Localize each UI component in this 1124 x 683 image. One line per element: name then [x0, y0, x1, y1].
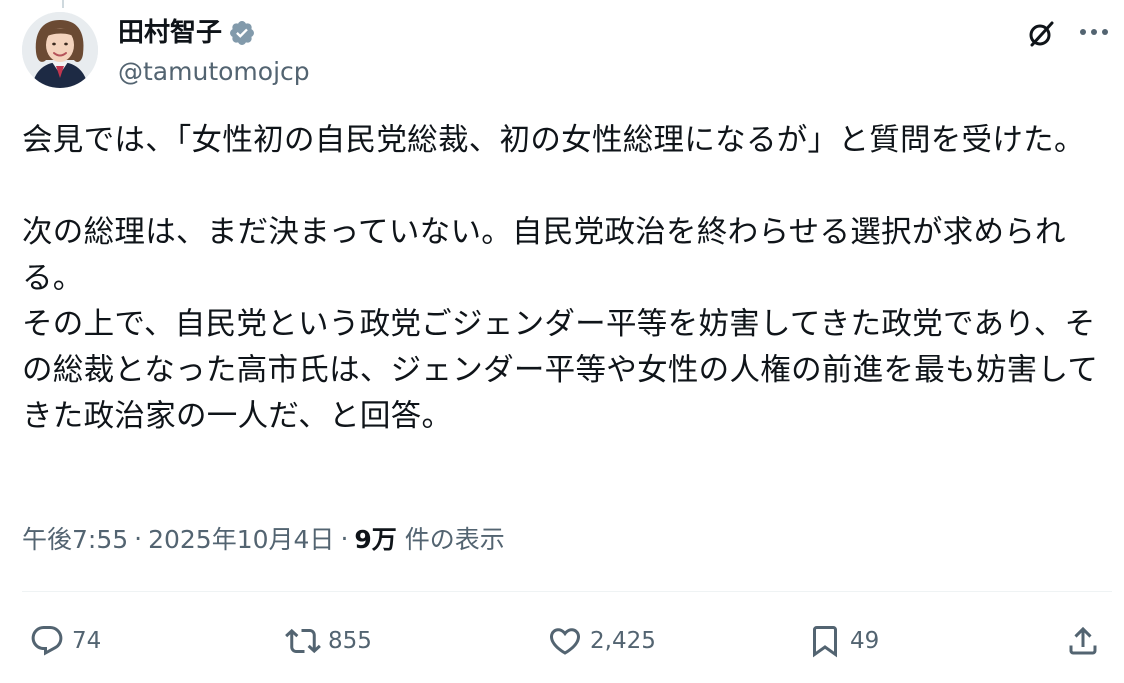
repost-icon: [284, 622, 322, 660]
grok-icon[interactable]: [1024, 17, 1058, 51]
post-text: 会見では、「女性初の自民党総裁、初の女性総理になるが」と質問を受けた。 次の総理…: [22, 123, 1099, 434]
name-row: 田村智子: [118, 14, 310, 52]
actions-divider: [22, 591, 1112, 592]
share-icon: [1064, 622, 1102, 660]
like-button[interactable]: 2,425: [546, 612, 656, 670]
reply-icon: [28, 622, 66, 660]
avatar-photo-icon: [22, 12, 98, 88]
repost-count: 855: [328, 628, 372, 654]
views-count[interactable]: 9万: [354, 520, 396, 556]
display-name[interactable]: 田村智子: [118, 14, 222, 52]
author-block: 田村智子 @tamutomojcp: [118, 14, 310, 90]
more-icon[interactable]: [1076, 15, 1112, 49]
heart-icon: [546, 622, 584, 660]
bookmark-count: 49: [850, 628, 880, 654]
reply-button[interactable]: 74: [28, 612, 101, 670]
avatar[interactable]: [22, 12, 98, 88]
bookmark-button[interactable]: 49: [806, 612, 879, 670]
repost-button[interactable]: 855: [284, 612, 372, 670]
post-card: 田村智子 @tamutomojcp 会見では、「女性初の自民党総裁、初の女性総理…: [0, 0, 1124, 683]
post-time[interactable]: 午後7:55: [22, 520, 128, 556]
reply-count: 74: [72, 628, 102, 654]
author-handle[interactable]: @tamutomojcp: [118, 54, 310, 90]
meta-separator: ·: [340, 523, 349, 553]
post-meta: 午後7:55 · 2025年10月4日 · 9万 件の表示: [22, 518, 505, 558]
action-bar: 74 855 2,425 49: [0, 612, 1124, 670]
verified-badge-icon[interactable]: [228, 19, 256, 47]
like-count: 2,425: [590, 628, 656, 654]
bookmark-icon: [806, 622, 844, 660]
views-label[interactable]: 件の表示: [405, 520, 505, 556]
meta-separator: ·: [134, 523, 143, 553]
post-date[interactable]: 2025年10月4日: [148, 520, 334, 556]
thread-connector-line: [62, 0, 64, 8]
share-button[interactable]: [1064, 612, 1102, 670]
